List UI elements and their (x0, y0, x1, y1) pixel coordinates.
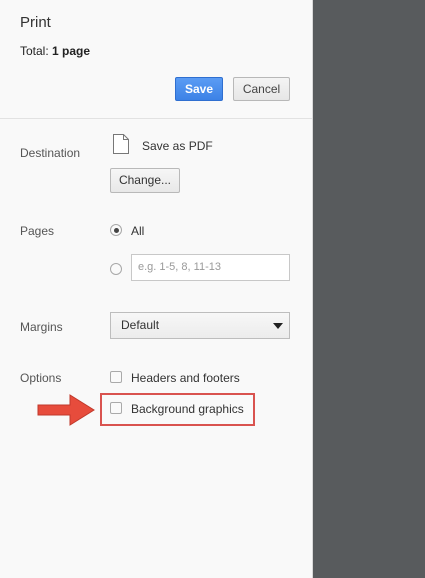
cancel-button[interactable]: Cancel (233, 77, 290, 101)
file-icon (113, 134, 129, 154)
destination-label: Destination (20, 146, 81, 160)
total-value: 1 page (52, 44, 91, 58)
headers-footers-label: Headers and footers (131, 371, 240, 385)
margins-label: Margins (20, 320, 63, 334)
save-button[interactable]: Save (175, 77, 223, 101)
pages-all-label: All (131, 224, 145, 238)
header-divider (0, 118, 312, 119)
pages-range-input[interactable]: e.g. 1-5, 8, 11-13 (131, 254, 290, 281)
red-arrow-icon (37, 394, 95, 426)
chevron-down-icon (273, 323, 283, 329)
options-label: Options (20, 371, 62, 385)
margins-selected-value: Default (121, 318, 160, 332)
page-title: Print (20, 14, 51, 31)
highlight-box (100, 393, 255, 426)
print-preview-area (313, 0, 425, 578)
print-header: Print Total: 1 page Save Cancel (0, 0, 312, 118)
pages-label: Pages (20, 224, 55, 238)
total-label: Total: (20, 44, 49, 58)
destination-name: Save as PDF (142, 139, 213, 153)
pages-all-radio[interactable] (110, 224, 122, 236)
page-total: Total: 1 page (20, 44, 90, 58)
pages-custom-radio[interactable] (110, 263, 122, 275)
margins-select[interactable]: Default (110, 312, 290, 339)
radio-selected-dot (113, 227, 119, 233)
print-settings-panel: Print Total: 1 page Save Cancel Destinat… (0, 0, 313, 578)
headers-footers-checkbox[interactable] (110, 371, 122, 383)
change-destination-button[interactable]: Change... (110, 168, 180, 193)
